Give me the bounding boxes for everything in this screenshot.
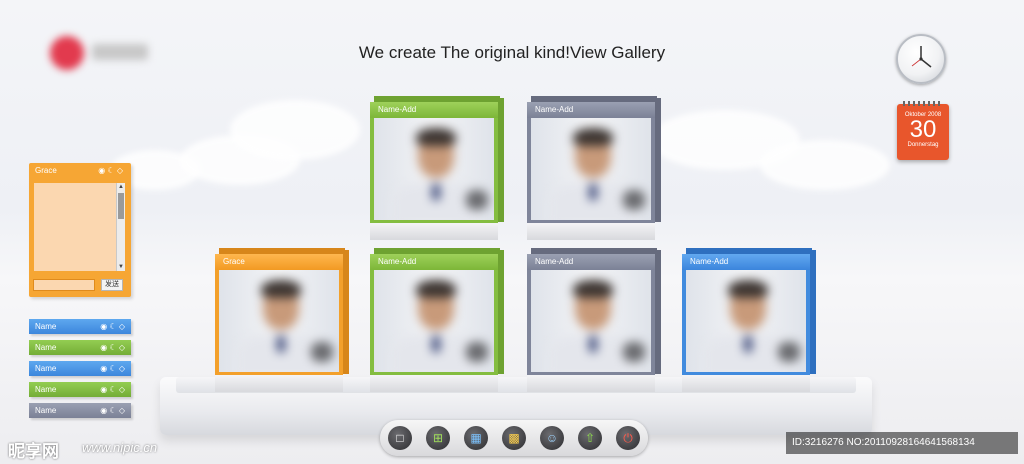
send-button[interactable]: 发送	[101, 279, 123, 291]
contact-name: Name	[35, 343, 57, 352]
chat-input[interactable]	[33, 279, 95, 291]
power-icon[interactable]: ⏻	[616, 426, 640, 450]
chat-message-area[interactable]	[34, 183, 120, 271]
card-label: Name-Add	[527, 102, 655, 118]
contact-name: Name	[35, 322, 57, 331]
chat-window: Grace ◉ ☾ ◇ ▲ ▼ 发送	[29, 163, 131, 297]
location-icon[interactable]: ◉	[100, 385, 107, 394]
speech-bubble-icon[interactable]: ◇	[119, 364, 125, 373]
cloud	[760, 140, 890, 190]
location-icon[interactable]: ◉	[100, 406, 107, 415]
gallery-card[interactable]: Name-Add	[370, 248, 504, 392]
location-icon[interactable]: ◉	[100, 364, 107, 373]
profile-photo[interactable]	[374, 270, 494, 372]
profile-photo[interactable]	[374, 118, 494, 220]
card-label: Grace	[215, 254, 343, 270]
microphone-icon[interactable]: ☾	[109, 385, 116, 394]
gallery-card[interactable]: Name-Add	[370, 96, 504, 240]
speech-bubble-icon[interactable]: ◇	[117, 166, 123, 175]
contact-name: Name	[35, 385, 57, 394]
card-label: Name-Add	[527, 254, 655, 270]
contact-name: Name	[35, 406, 57, 415]
grid-4-icon[interactable]: ⊞	[426, 426, 450, 450]
calendar-day: 30	[909, 116, 937, 143]
upload-icon[interactable]: ⇧	[578, 426, 602, 450]
profile-photo[interactable]	[531, 118, 651, 220]
watermark-url: www.nipic.cn	[82, 440, 158, 455]
card-label: Name-Add	[682, 254, 810, 270]
scroll-up-icon[interactable]: ▲	[118, 184, 124, 190]
speech-bubble-icon[interactable]: ◇	[119, 406, 125, 415]
microphone-icon[interactable]: ☾	[109, 406, 116, 415]
cloud	[230, 100, 360, 160]
watermark-logo: 昵享网	[8, 442, 59, 461]
location-icon[interactable]: ◉	[100, 343, 107, 352]
page-title: We create The original kind!View Gallery	[358, 43, 666, 62]
gallery-card[interactable]: Grace	[215, 248, 349, 392]
card-label: Name-Add	[370, 254, 498, 270]
contact-name: Name	[35, 364, 57, 373]
location-icon[interactable]: ◉	[98, 166, 105, 175]
profile-photo[interactable]	[686, 270, 806, 372]
speech-bubble-icon[interactable]: ◇	[119, 322, 125, 331]
location-icon[interactable]: ◉	[100, 322, 107, 331]
gallery-card[interactable]: Name-Add	[682, 248, 816, 392]
scrollbar-thumb[interactable]	[118, 193, 124, 219]
profile-photo[interactable]	[219, 270, 339, 372]
calendar-weekday: Donnerstag	[907, 142, 939, 148]
contact-list-item[interactable]: Name ◉ ☾ ◇	[29, 382, 131, 397]
contact-list-item[interactable]: Name ◉ ☾ ◇	[29, 361, 131, 376]
scroll-down-icon[interactable]: ▼	[118, 264, 124, 270]
microphone-icon[interactable]: ☾	[107, 166, 114, 175]
gallery-card[interactable]: Name-Add	[527, 96, 661, 240]
clock-widget	[896, 34, 946, 84]
chat-header-icons: ◉ ☾ ◇	[98, 166, 123, 175]
watermark-id: ID:3216276 NO:20110928164641568134	[786, 432, 1018, 454]
single-view-icon[interactable]: □	[388, 426, 412, 450]
contact-list-item[interactable]: Name ◉ ☾ ◇	[29, 340, 131, 355]
microphone-icon[interactable]: ☾	[109, 364, 116, 373]
grid-16-icon[interactable]: ▩	[502, 426, 526, 450]
speech-bubble-icon[interactable]: ◇	[119, 385, 125, 394]
profile-photo[interactable]	[531, 270, 651, 372]
user-icon[interactable]: ☺	[540, 426, 564, 450]
calendar-widget: Oktober 2008 30 Donnerstag	[897, 101, 949, 160]
bottom-toolbar: □ ⊞ ▦ ▩ ☺ ⇧ ⏻	[380, 420, 648, 456]
gallery-card[interactable]: Name-Add	[527, 248, 661, 392]
card-label: Name-Add	[370, 102, 498, 118]
microphone-icon[interactable]: ☾	[109, 343, 116, 352]
contact-list-item[interactable]: Name ◉ ☾ ◇	[29, 403, 131, 418]
contact-list-item[interactable]: Name ◉ ☾ ◇	[29, 319, 131, 334]
chat-scrollbar[interactable]: ▲ ▼	[116, 183, 125, 271]
microphone-icon[interactable]: ☾	[109, 322, 116, 331]
grid-9-icon[interactable]: ▦	[464, 426, 488, 450]
speech-bubble-icon[interactable]: ◇	[119, 343, 125, 352]
